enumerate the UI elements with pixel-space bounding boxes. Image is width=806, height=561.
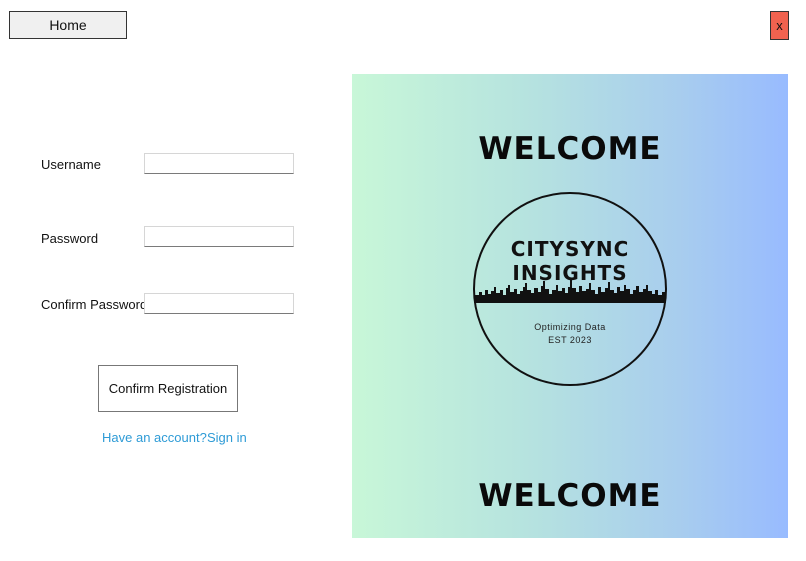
sign-in-link[interactable]: Sign in (207, 430, 247, 445)
welcome-heading-top: WELCOME (478, 131, 662, 167)
logo-tagline: Optimizing Data (534, 322, 606, 332)
logo-title-line1: CITYSYNC (510, 237, 630, 261)
welcome-heading-bottom: WELCOME (478, 478, 662, 514)
confirm-password-label: Confirm Password (41, 297, 148, 312)
have-account-text: Have an account? (102, 430, 207, 445)
logo-title-line2: INSIGHTS (512, 261, 628, 285)
citysync-logo (473, 192, 667, 386)
home-button[interactable]: Home (9, 11, 127, 39)
password-label: Password (41, 231, 99, 246)
username-label: Username (41, 157, 101, 172)
password-field[interactable] (144, 226, 294, 247)
logo-established: EST 2023 (548, 335, 592, 345)
username-field[interactable] (144, 153, 294, 174)
confirm-registration-button[interactable]: Confirm Registration (98, 365, 238, 412)
welcome-banner: WELCOME CITYSYNC INSIGHTS Optimizing Dat… (352, 74, 788, 538)
confirm-password-field[interactable] (144, 293, 294, 314)
close-button[interactable]: x (770, 11, 789, 40)
